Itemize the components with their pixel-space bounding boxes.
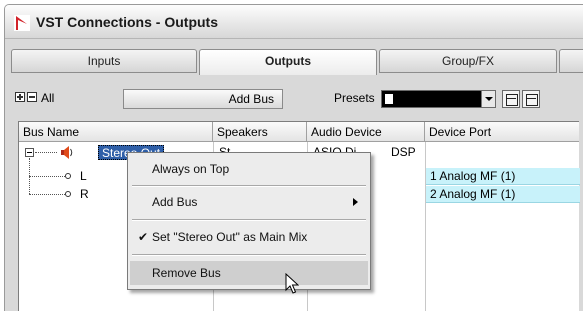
menu-separator [132,254,366,256]
add-bus-button-label: Add Bus [228,92,274,106]
speaker-icon [61,146,73,159]
bus-channel-name[interactable]: R [76,186,89,203]
menu-separator [132,185,366,187]
tab-inputs-label: Inputs [87,54,121,68]
tree-line [29,158,30,176]
menu-item-label: Remove Bus [152,266,221,280]
menu-separator [132,219,366,221]
table-header: Bus Name Speakers Audio Device Device Po… [19,122,579,142]
menu-item-set-main-mix[interactable]: ✔ Set "Stereo Out" as Main Mix [130,225,368,249]
remove-preset-button[interactable] [522,90,540,108]
toolbar: All Add Bus Presets [11,87,581,113]
menu-item-label: Add Bus [152,195,198,209]
submenu-arrow-icon [353,198,358,206]
menu-item-always-on-top[interactable]: Always on Top [130,157,368,181]
audio-device-tail-text: DSP [391,145,416,159]
menu-item-add-bus[interactable]: Add Bus [130,190,368,214]
audio-jack-icon [65,191,71,197]
presets-select[interactable] [381,90,496,108]
column-header-device-port[interactable]: Device Port [425,122,580,142]
presets-label: Presets [334,91,375,105]
collapse-toggle-icon[interactable] [25,148,34,157]
store-preset-button[interactable] [502,90,520,108]
tree-line [29,176,65,177]
chevron-down-icon[interactable] [481,91,495,107]
column-header-bus-name[interactable]: Bus Name [19,122,213,142]
bus-channel-name[interactable]: L [76,168,87,185]
tab-outputs[interactable]: Outputs [199,49,377,75]
tree-line [29,194,65,195]
preset-value [385,94,393,104]
expand-all-icon[interactable] [15,92,25,102]
menu-item-label: Set "Stereo Out" as Main Mix [152,230,308,244]
tab-inputs[interactable]: Inputs [11,49,197,73]
title-bar[interactable]: VST Connections - Outputs [5,5,583,39]
tab-more[interactable] [559,49,583,73]
context-menu: Always on Top Add Bus ✔ Set "Stereo Out" … [127,152,371,290]
collapse-all-icon[interactable] [27,92,37,102]
menu-item-label: Always on Top [152,162,230,176]
device-port-cell[interactable]: 2 Analog MF (1) [426,186,580,203]
tab-outputs-label: Outputs [265,54,311,68]
checkmark-icon: ✔ [138,230,149,244]
tab-group-fx[interactable]: Group/FX [379,49,557,73]
audio-jack-icon [65,173,71,179]
column-header-speakers[interactable]: Speakers [213,122,307,142]
tab-strip: Inputs Outputs Group/FX [11,49,583,75]
window-title: VST Connections - Outputs [36,14,218,30]
tree-line [35,152,57,153]
device-port-cell[interactable]: 1 Analog MF (1) [426,168,580,185]
tab-group-fx-label: Group/FX [441,54,495,68]
vst-connections-logo-icon [14,15,30,31]
all-label: All [41,91,55,105]
tree-line [29,176,30,194]
column-header-audio-device[interactable]: Audio Device [307,122,425,142]
add-bus-button[interactable]: Add Bus [123,89,283,109]
mouse-pointer-icon [285,273,299,294]
menu-item-remove-bus[interactable]: Remove Bus [130,261,368,285]
